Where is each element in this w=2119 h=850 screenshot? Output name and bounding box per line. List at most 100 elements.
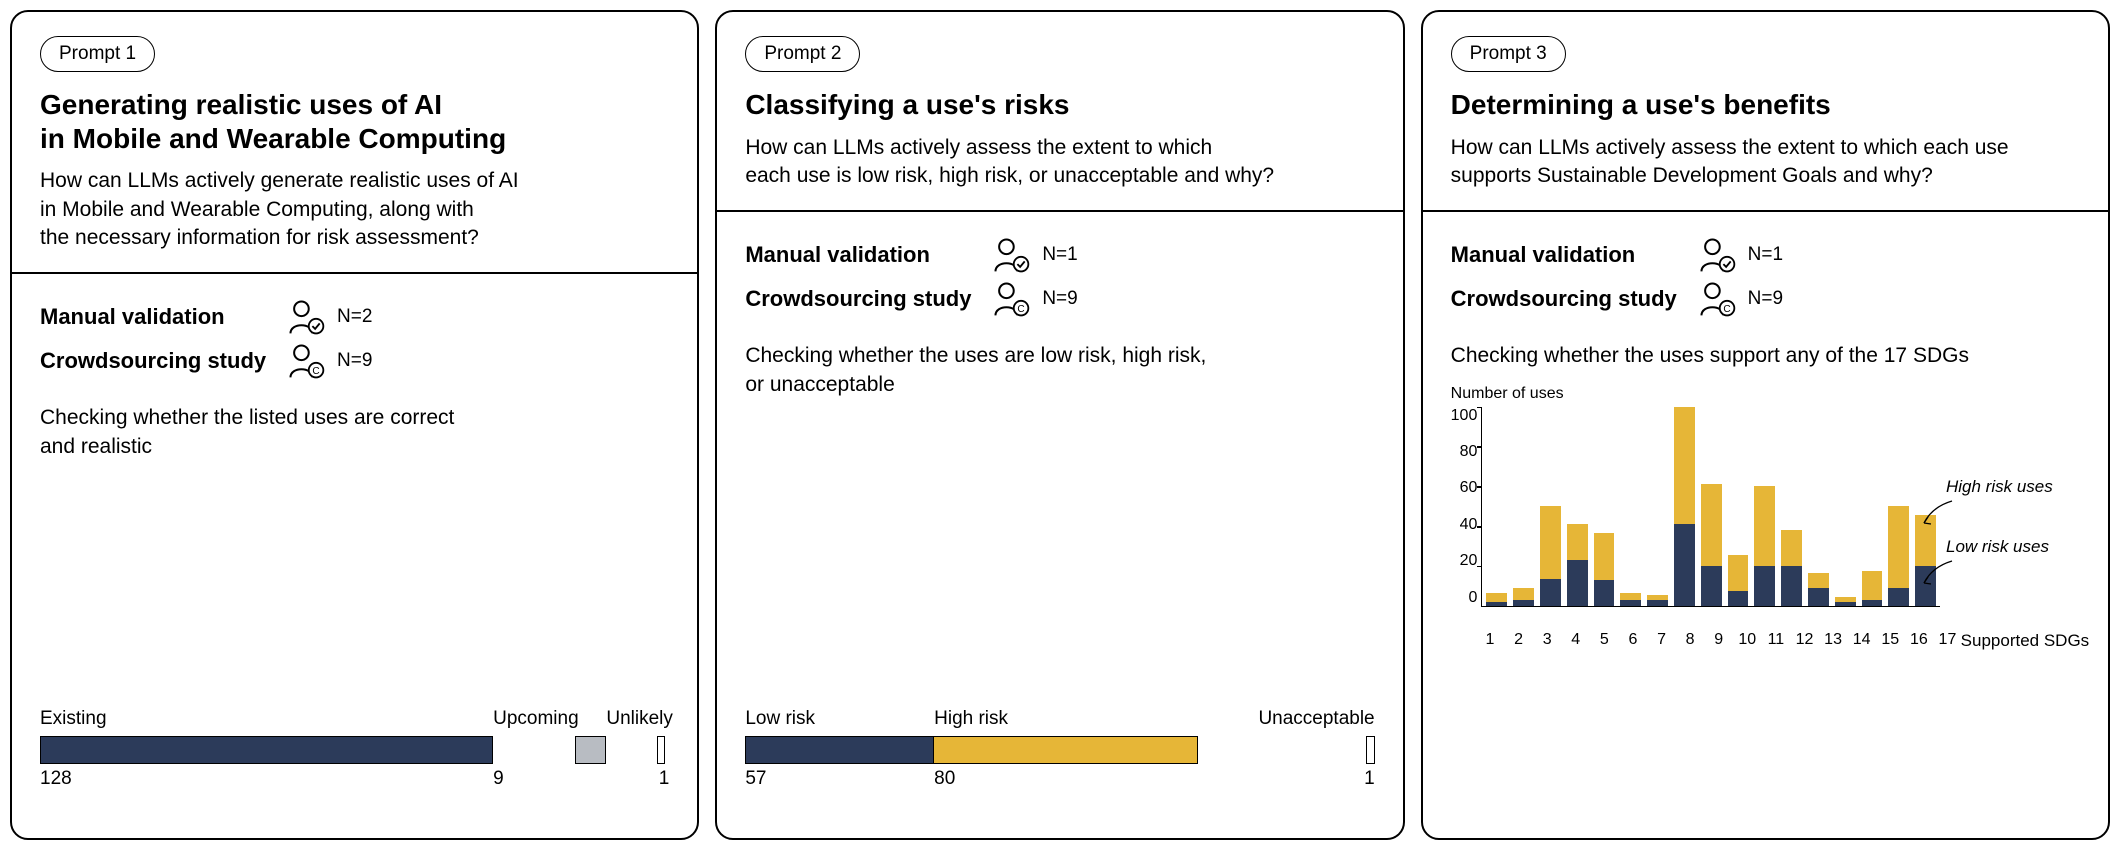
x-tick: 11 [1765,631,1788,649]
bar-seg-high-risk [1594,533,1615,580]
x-tick: 4 [1564,631,1587,649]
bar-seg-high-risk [1862,571,1883,600]
x-tick: 9 [1707,631,1730,649]
bar-seg-high-risk [1728,555,1749,591]
panel-prompt-3: Prompt 3 Determining a use's benefits Ho… [1421,10,2110,840]
panel-header: Prompt 2 Classifying a use's risks How c… [717,12,1402,212]
bar-column [1781,407,1802,606]
bar-seg-high [934,736,1198,764]
manual-validation-row: Manual validation N=1 [745,236,1374,274]
bar-chart-1: Existing Upcoming Unlikely 128 9 1 [40,708,669,820]
bar-column [1513,407,1534,606]
chart-y-title: Number of uses [1451,385,2080,403]
bar-label: High risk [934,708,1217,730]
person-crowd-icon: C [990,280,1032,318]
x-tick: 10 [1736,631,1759,649]
bar-seg-high-risk [1808,573,1829,587]
annotation-high-risk: High risk uses [1946,477,2053,497]
bar-seg-low-risk [1808,588,1829,606]
crowdsourcing-row: Crowdsourcing study C N=9 [40,342,669,380]
y-axis: 100 80 60 40 20 0 [1451,407,1482,607]
bar-seg-high-risk [1486,593,1507,602]
panel-body: Manual validation N=1 Crowdsourcing stud… [717,212,1402,838]
svg-text:C: C [1723,304,1730,315]
person-check-icon [1696,236,1738,274]
bar-column [1620,407,1641,606]
crowdsourcing-label: Crowdsourcing study [40,348,275,374]
bar-seg-low-risk [1540,579,1561,606]
person-crowd-icon: C [285,342,327,380]
bar-seg-low-risk [1594,580,1615,605]
panel-prompt-1: Prompt 1 Generating realistic uses of AI… [10,10,699,840]
bar-seg-high-risk [1540,506,1561,578]
bar-value: 9 [493,768,606,790]
manual-validation-label: Manual validation [745,242,980,268]
bar-seg-low-risk [1567,560,1588,605]
x-tick: 12 [1793,631,1816,649]
bar-seg-low-risk [1620,600,1641,605]
crowdsourcing-label: Crowdsourcing study [1451,286,1686,312]
bar-column [1567,407,1588,606]
crowd-n: N=9 [1748,288,1783,310]
panel-title: Generating realistic uses of AI in Mobil… [40,88,669,155]
manual-n: N=2 [337,306,372,328]
y-tick: 100 [1451,407,1478,425]
panels-row: Prompt 1 Generating realistic uses of AI… [10,10,2110,840]
x-axis-title: Supported SDGs [1961,631,1963,651]
check-text: Checking whether the uses are low risk, … [745,342,1374,399]
x-tick: 3 [1536,631,1559,649]
bar-label: Existing [40,708,493,730]
bar-column [1647,407,1668,606]
arrow-icon [1922,499,1962,529]
x-tick: 8 [1679,631,1702,649]
crowdsourcing-label: Crowdsourcing study [745,286,980,312]
bar-value: 57 [745,768,934,790]
x-tick: 15 [1879,631,1902,649]
x-axis: Supported SDGs 1234567891011121314151617 [1451,631,1959,649]
person-check-icon [285,298,327,336]
bar-seg-low-risk [1647,600,1668,605]
x-tick: 1 [1479,631,1502,649]
bar-seg-high-risk [1567,524,1588,560]
manual-validation-row: Manual validation N=2 [40,298,669,336]
x-tick: 2 [1507,631,1530,649]
manual-n: N=1 [1748,244,1783,266]
svg-text:C: C [312,366,319,377]
bar-value: 1 [606,768,669,790]
crowdsourcing-row: Crowdsourcing study C N=9 [1451,280,2080,318]
bar-column [1728,407,1749,606]
bar-seg-low-risk [1781,566,1802,606]
bar-label: Upcoming [493,708,606,730]
bar-seg-existing [40,736,493,764]
manual-validation-label: Manual validation [40,304,275,330]
bar-column [1540,407,1561,606]
svg-text:C: C [1018,304,1025,315]
panel-header: Prompt 3 Determining a use's benefits Ho… [1423,12,2108,212]
bar-column [1808,407,1829,606]
bar-seg-upcoming [575,736,606,764]
bar-label: Unacceptable [1217,708,1374,730]
prompt-badge: Prompt 1 [40,36,155,72]
crowd-n: N=9 [337,350,372,372]
bar-label: Low risk [745,708,934,730]
bar-column [1674,407,1695,606]
manual-n: N=1 [1042,244,1077,266]
bar-seg-low-risk [1701,566,1722,606]
y-tick: 0 [1468,589,1477,607]
panel-title: Determining a use's benefits [1451,88,2080,122]
bar-seg-high-risk [1701,484,1722,565]
bar-column [1701,407,1722,606]
manual-validation-label: Manual validation [1451,242,1686,268]
bar-column [1594,407,1615,606]
panel-body: Manual validation N=2 Crowdsourcing stud… [12,274,697,838]
x-tick: 14 [1850,631,1873,649]
x-tick: 5 [1593,631,1616,649]
manual-validation-row: Manual validation N=1 [1451,236,2080,274]
crowd-n: N=9 [1042,288,1077,310]
bar-seg-low-risk [1888,588,1909,606]
prompt-badge: Prompt 2 [745,36,860,72]
bar-column [1754,407,1775,606]
bar-column [1835,407,1856,606]
bar-seg-high-risk [1781,530,1802,566]
person-crowd-icon: C [1696,280,1738,318]
